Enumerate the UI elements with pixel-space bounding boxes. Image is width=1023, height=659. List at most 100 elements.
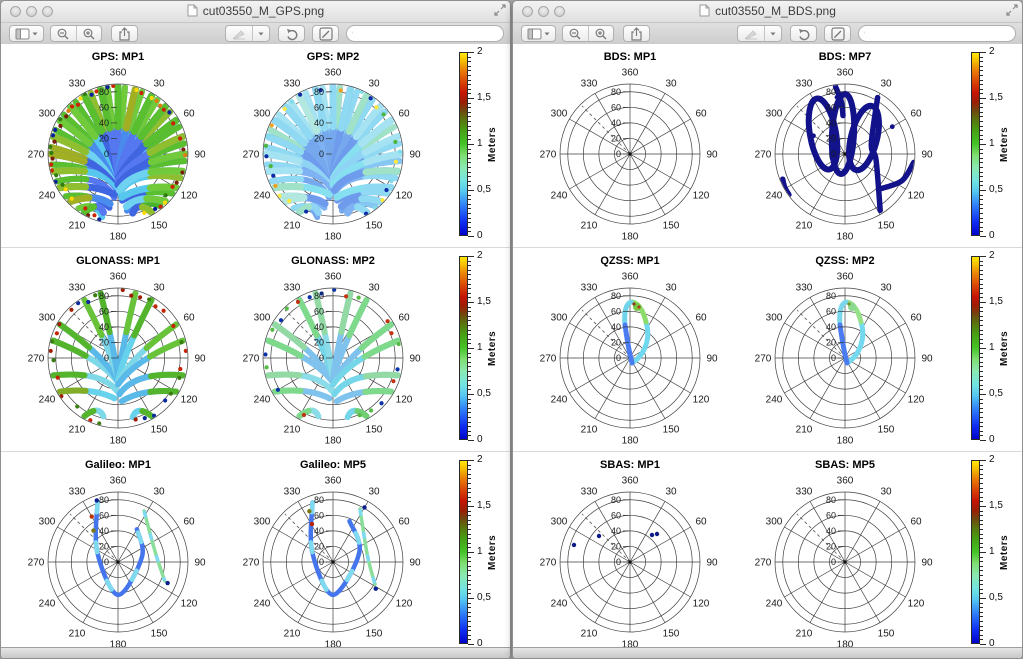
svg-text:360: 360 bbox=[622, 272, 639, 283]
rotate-button[interactable] bbox=[790, 25, 817, 42]
pen-icon bbox=[232, 28, 247, 40]
svg-text:150: 150 bbox=[151, 425, 168, 436]
svg-text:180: 180 bbox=[837, 436, 854, 447]
svg-text:40: 40 bbox=[611, 118, 621, 128]
rotate-button[interactable] bbox=[278, 25, 305, 42]
svg-text:90: 90 bbox=[921, 150, 933, 161]
svg-text:0: 0 bbox=[831, 557, 836, 567]
svg-text:360: 360 bbox=[837, 476, 854, 487]
titlebar[interactable]: cut03550_M_GPS.png bbox=[1, 1, 510, 23]
sidebar-view-button[interactable] bbox=[521, 25, 556, 42]
skyplot-glonass-mp2: GLONASS: MP23603060901201501802102402703… bbox=[226, 250, 440, 446]
markup-pen-button[interactable] bbox=[226, 26, 252, 41]
svg-text:40: 40 bbox=[314, 322, 324, 332]
colorbar-tick-label: 1 bbox=[477, 138, 483, 149]
svg-text:180: 180 bbox=[837, 232, 854, 243]
colorbar-tick-label: 2 bbox=[477, 454, 483, 465]
svg-text:80: 80 bbox=[314, 87, 324, 97]
image-content-bds: BDS: MP136030609012015018021024027030033… bbox=[513, 44, 1022, 650]
svg-text:270: 270 bbox=[28, 354, 45, 365]
search-input[interactable] bbox=[353, 27, 503, 40]
sidebar-view-button[interactable] bbox=[9, 25, 44, 42]
subplot-title: GLONASS: MP1 bbox=[76, 255, 160, 267]
toolbar bbox=[513, 23, 1022, 46]
svg-text:330: 330 bbox=[69, 486, 86, 497]
markup-pen-button[interactable] bbox=[738, 26, 764, 41]
polar-grid bbox=[48, 288, 188, 428]
svg-text:330: 330 bbox=[69, 78, 86, 89]
polar-grid bbox=[48, 492, 188, 632]
colorbar-tick-label: 1 bbox=[477, 546, 483, 557]
fullscreen-icon[interactable] bbox=[1006, 3, 1018, 15]
polar-grid bbox=[263, 288, 403, 428]
titlebar[interactable]: cut03550_M_BDS.png bbox=[513, 1, 1022, 23]
svg-text:60: 60 bbox=[183, 517, 195, 528]
skyplot-gps-mp1: GPS: MP136030609012015018021024027030033… bbox=[11, 46, 225, 242]
search-input[interactable] bbox=[865, 27, 1015, 40]
svg-text:30: 30 bbox=[665, 78, 677, 89]
svg-text:330: 330 bbox=[796, 282, 813, 293]
polar-grid bbox=[263, 492, 403, 632]
svg-text:20: 20 bbox=[99, 541, 109, 551]
colorbar-gradient bbox=[459, 460, 468, 644]
pen-dropdown-button[interactable] bbox=[764, 26, 781, 41]
skyplot-bds-mp7: BDS: MP736030609012015018021024027030033… bbox=[738, 46, 952, 242]
rotate-left-icon bbox=[797, 27, 811, 41]
svg-text:120: 120 bbox=[693, 191, 710, 202]
zoom-in-button[interactable] bbox=[76, 26, 102, 41]
zoom-in-button[interactable] bbox=[588, 26, 614, 41]
document-proxy-icon bbox=[187, 3, 198, 23]
svg-text:270: 270 bbox=[28, 150, 45, 161]
svg-text:180: 180 bbox=[622, 436, 639, 447]
share-icon bbox=[629, 27, 644, 41]
svg-text:80: 80 bbox=[99, 291, 109, 301]
close-button[interactable] bbox=[522, 6, 533, 17]
search-field[interactable] bbox=[346, 25, 504, 42]
svg-text:120: 120 bbox=[908, 599, 925, 610]
edit-markup-button[interactable] bbox=[824, 25, 851, 42]
pen-dropdown-button[interactable] bbox=[252, 26, 269, 41]
zoom-out-button[interactable] bbox=[51, 26, 76, 41]
subplot: QZSS: MP23603060901201501802102402703003… bbox=[738, 250, 952, 446]
svg-text:80: 80 bbox=[611, 87, 621, 97]
svg-text:30: 30 bbox=[880, 282, 892, 293]
svg-text:60: 60 bbox=[910, 313, 922, 324]
zoom-button[interactable] bbox=[42, 6, 53, 17]
svg-text:150: 150 bbox=[663, 425, 680, 436]
share-button[interactable] bbox=[623, 25, 650, 42]
minimize-button[interactable] bbox=[26, 6, 37, 17]
subplot: GPS: MP136030609012015018021024027030033… bbox=[11, 46, 225, 242]
fullscreen-icon[interactable] bbox=[494, 3, 506, 15]
zoom-out-icon bbox=[568, 27, 582, 41]
svg-text:360: 360 bbox=[622, 476, 639, 487]
svg-text:240: 240 bbox=[254, 395, 271, 406]
subplot-title: Galileo: MP1 bbox=[85, 459, 151, 471]
zoom-out-button[interactable] bbox=[563, 26, 588, 41]
svg-text:330: 330 bbox=[581, 486, 598, 497]
svg-text:60: 60 bbox=[910, 109, 922, 120]
svg-text:240: 240 bbox=[551, 191, 568, 202]
colorbar: 00,511,52Meters bbox=[449, 452, 510, 650]
subplot-title: GPS: MP2 bbox=[307, 51, 360, 63]
share-button[interactable] bbox=[111, 25, 138, 42]
svg-text:30: 30 bbox=[880, 486, 892, 497]
skyplot-galileo-mp1: Galileo: MP13603060901201501802102402703… bbox=[11, 454, 225, 650]
svg-text:80: 80 bbox=[314, 495, 324, 505]
skyplot-sbas-mp1: SBAS: MP13603060901201501802102402703003… bbox=[523, 454, 737, 650]
svg-text:210: 210 bbox=[796, 629, 813, 640]
svg-text:150: 150 bbox=[366, 221, 383, 232]
svg-text:120: 120 bbox=[396, 395, 413, 406]
svg-text:150: 150 bbox=[878, 629, 895, 640]
edit-markup-button[interactable] bbox=[312, 25, 339, 42]
subplot-title: GPS: MP1 bbox=[92, 51, 145, 63]
svg-text:210: 210 bbox=[581, 221, 598, 232]
svg-text:240: 240 bbox=[551, 599, 568, 610]
close-button[interactable] bbox=[10, 6, 21, 17]
zoom-button[interactable] bbox=[554, 6, 565, 17]
minimize-button[interactable] bbox=[538, 6, 549, 17]
svg-text:180: 180 bbox=[622, 232, 639, 243]
svg-text:300: 300 bbox=[254, 109, 271, 120]
search-field[interactable] bbox=[858, 25, 1016, 42]
traffic-lights bbox=[10, 6, 53, 17]
svg-text:180: 180 bbox=[110, 232, 127, 243]
